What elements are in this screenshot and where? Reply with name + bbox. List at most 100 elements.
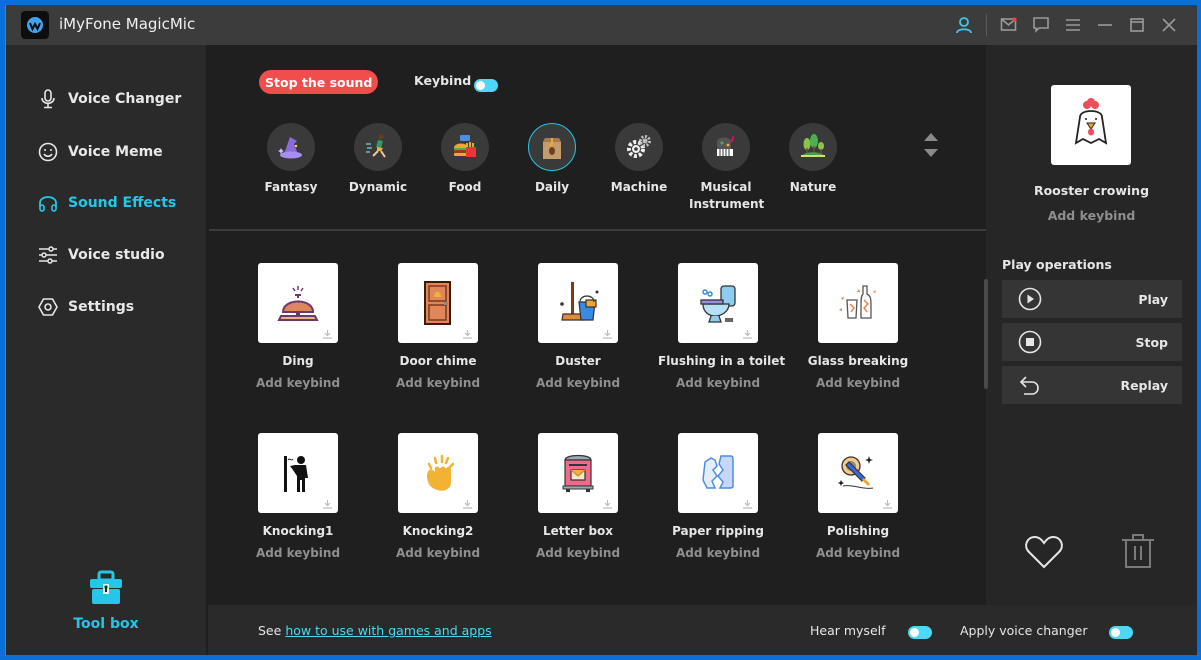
titlebar-separator — [986, 14, 987, 36]
sidebar-item-label: Voice Meme — [68, 144, 163, 160]
add-keybind-link[interactable]: Add keybind — [518, 546, 638, 560]
close-icon[interactable] — [1153, 5, 1185, 45]
user-icon[interactable] — [948, 5, 980, 45]
category-scroll — [924, 133, 938, 157]
door-icon — [398, 263, 478, 343]
person-knocking-icon — [258, 433, 338, 513]
sidebar-item-voice-changer[interactable]: Voice Changer — [38, 87, 181, 111]
add-keybind-link[interactable]: Add keybind — [238, 546, 358, 560]
sidebar-item-label: Voice studio — [68, 247, 165, 263]
mailbox-icon — [538, 433, 618, 513]
add-keybind-link[interactable]: Add keybind — [518, 376, 638, 390]
selected-add-keybind-link[interactable]: Add keybind — [986, 208, 1197, 223]
play-circle-icon — [1018, 287, 1042, 311]
keybind-toggle[interactable] — [474, 79, 498, 92]
minimize-icon[interactable] — [1089, 5, 1121, 45]
stop-sound-button[interactable]: Stop the sound — [259, 70, 379, 94]
microphone-icon — [38, 89, 58, 109]
toolbox-label: Tool box — [73, 616, 139, 632]
coffee-bag-icon — [528, 123, 576, 171]
sound-tile[interactable]: Duster Add keybind — [518, 263, 638, 390]
add-keybind-link[interactable]: Add keybind — [378, 376, 498, 390]
arrow-up-icon[interactable] — [924, 133, 938, 141]
favorite-heart-icon[interactable] — [1024, 535, 1064, 569]
category-dynamic[interactable]: Dynamic — [341, 123, 415, 196]
burger-icon — [441, 123, 489, 171]
hear-myself-toggle[interactable] — [908, 626, 932, 639]
sidebar-item-label: Voice Changer — [68, 91, 182, 107]
broom-bucket-icon — [538, 263, 618, 343]
keybind-label: Keybind — [414, 73, 472, 88]
gears-icon — [615, 123, 663, 171]
trash-icon[interactable] — [1120, 533, 1156, 569]
see-prefix: See — [258, 623, 282, 638]
section-divider — [209, 229, 986, 231]
sidebar-item-label: Sound Effects — [68, 195, 177, 211]
add-keybind-link[interactable]: Add keybind — [658, 376, 778, 390]
sidebar-item-settings[interactable]: Settings — [38, 295, 134, 319]
wizard-hat-icon — [267, 123, 315, 171]
replay-icon — [1019, 376, 1039, 395]
mail-icon[interactable] — [993, 5, 1025, 45]
apply-voice-changer-toggle[interactable] — [1109, 626, 1133, 639]
toolbox-icon — [90, 570, 122, 604]
torn-paper-icon — [678, 433, 758, 513]
category-food[interactable]: Food — [428, 123, 502, 196]
settings-hex-icon — [38, 297, 58, 317]
sidebar-item-voice-meme[interactable]: Voice Meme — [38, 140, 163, 164]
sound-tile[interactable]: Letter box Add keybind — [518, 433, 638, 560]
service-bell-icon — [258, 263, 338, 343]
sound-tile[interactable]: Ding Add keybind — [238, 263, 358, 390]
chat-icon[interactable] — [1025, 5, 1057, 45]
polisher-icon — [818, 433, 898, 513]
add-keybind-link[interactable]: Add keybind — [658, 546, 778, 560]
download-icon[interactable] — [603, 330, 612, 339]
sound-tile[interactable]: Flushing in a toilet Add keybind — [658, 263, 785, 390]
replay-button[interactable]: Replay — [1002, 366, 1182, 404]
sound-tile[interactable]: Polishing Add keybind — [798, 433, 918, 560]
sound-tile[interactable]: Knocking1 Add keybind — [238, 433, 358, 560]
download-icon[interactable] — [743, 330, 752, 339]
add-keybind-link[interactable]: Add keybind — [798, 546, 918, 560]
sound-tile[interactable]: Paper ripping Add keybind — [658, 433, 778, 560]
sidebar-item-sound-effects[interactable]: Sound Effects — [38, 191, 176, 215]
download-icon[interactable] — [323, 500, 332, 509]
toolbox-button[interactable]: Tool box — [6, 570, 206, 632]
hand-knock-icon — [398, 433, 478, 513]
how-to-use-link[interactable]: how to use with games and apps — [285, 623, 491, 638]
download-icon[interactable] — [323, 330, 332, 339]
maximize-icon[interactable] — [1121, 5, 1153, 45]
category-machine[interactable]: Machine — [602, 123, 676, 196]
arrow-down-icon[interactable] — [924, 149, 938, 157]
download-icon[interactable] — [743, 500, 752, 509]
sidebar-item-voice-studio[interactable]: Voice studio — [38, 243, 165, 267]
scrollbar[interactable] — [984, 279, 988, 389]
category-musical-instrument[interactable]: Musical Instrument — [689, 123, 764, 213]
category-nature[interactable]: Nature — [776, 123, 850, 196]
toilet-icon — [678, 263, 758, 343]
download-icon[interactable] — [463, 500, 472, 509]
category-daily[interactable]: Daily — [515, 123, 589, 196]
hear-myself-label: Hear myself — [810, 623, 886, 638]
runner-icon — [354, 123, 402, 171]
stop-button[interactable]: Stop — [1002, 323, 1182, 361]
title-bar: iMyFone MagicMic — [6, 5, 1197, 45]
sound-tile[interactable]: Door chime Add keybind — [378, 263, 498, 390]
sound-tile[interactable]: Knocking2 Add keybind — [378, 433, 498, 560]
category-fantasy[interactable]: Fantasy — [254, 123, 328, 196]
piano-icon — [702, 123, 750, 171]
footer-bar: See how to use with games and apps Hear … — [208, 605, 1197, 655]
sound-tile[interactable]: Glass breaking Add keybind — [798, 263, 918, 390]
stop-circle-icon — [1018, 330, 1042, 354]
add-keybind-link[interactable]: Add keybind — [238, 376, 358, 390]
smiley-icon — [38, 142, 58, 162]
menu-icon[interactable] — [1057, 5, 1089, 45]
play-button[interactable]: Play — [1002, 280, 1182, 318]
download-icon[interactable] — [463, 330, 472, 339]
add-keybind-link[interactable]: Add keybind — [798, 376, 918, 390]
rooster-icon — [1051, 85, 1131, 165]
download-icon[interactable] — [603, 500, 612, 509]
add-keybind-link[interactable]: Add keybind — [378, 546, 498, 560]
app-window: iMyFone MagicMic Voice Changer Voice Mem… — [5, 5, 1197, 655]
download-icon[interactable] — [883, 500, 892, 509]
